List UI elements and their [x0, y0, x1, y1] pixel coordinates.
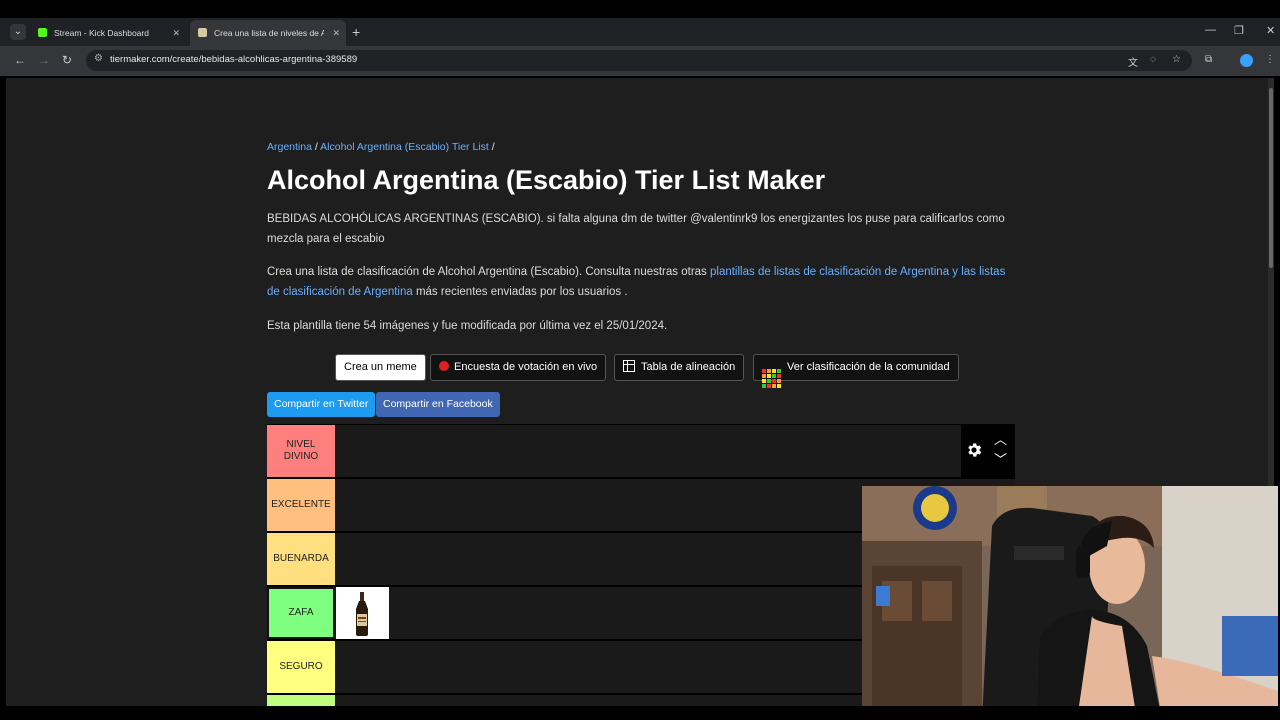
move-down-chevron-icon[interactable]: ﹀ [994, 453, 1007, 466]
close-icon[interactable]: ✕ [172, 22, 180, 44]
tier-label[interactable] [267, 695, 335, 706]
breadcrumb-link-argentina[interactable]: Argentina [267, 141, 312, 153]
share-twitter-label: Compartir en Twitter [274, 398, 369, 410]
tier-label[interactable]: EXCELENTE [267, 479, 335, 531]
extensions-icon[interactable]: ⧉ [1205, 54, 1212, 65]
create-meme-label: Crea un meme [344, 361, 417, 373]
heatmap-icon [762, 369, 781, 388]
breadcrumb-link-tierlist[interactable]: Alcohol Argentina (Escabio) Tier List [320, 141, 489, 153]
community-label: Ver clasificación de la comunidad [787, 361, 950, 373]
tab-title: Crea una lista de niveles de Alc [214, 28, 324, 38]
page-title: Alcohol Argentina (Escabio) Tier List Ma… [267, 165, 826, 195]
scrollbar-thumb[interactable] [1269, 88, 1273, 268]
breadcrumb-separator: / [488, 141, 495, 153]
create-meme-button[interactable]: Crea un meme [335, 354, 426, 381]
back-arrow-icon[interactable]: ← [14, 53, 26, 67]
record-dot-icon [439, 361, 449, 371]
screen-top-border [0, 0, 1280, 18]
template-meta: Esta plantilla tiene 54 imágenes y fue m… [267, 320, 668, 332]
tiermaker-icon [198, 28, 207, 37]
breadcrumb-separator: / [311, 141, 321, 153]
tier-row[interactable]: NIVEL DIVINO ︿ ﹀ [267, 424, 1015, 478]
restore-icon[interactable]: ❐ [1234, 24, 1244, 37]
bookmark-star-icon[interactable]: ☆ [1172, 54, 1181, 65]
tier-item-bottle[interactable] [336, 587, 389, 639]
kick-icon [38, 28, 47, 37]
translate-icon[interactable]: 文 [1128, 54, 1138, 69]
tier-label[interactable]: ZAFA [267, 587, 335, 639]
new-tab-plus-icon[interactable]: + [352, 24, 360, 40]
site-info-icon[interactable]: ⚙ [94, 53, 103, 64]
minimize-icon[interactable]: — [1205, 24, 1216, 36]
close-icon[interactable]: ✕ [332, 20, 340, 46]
window-close-icon[interactable]: ✕ [1266, 24, 1275, 37]
community-ranking-button[interactable]: Ver clasificación de la comunidad [753, 354, 959, 388]
tab-search-chevron-icon[interactable]: ⌄ [10, 24, 26, 40]
move-up-chevron-icon[interactable]: ︿ [994, 433, 1007, 446]
tab-tiermaker[interactable]: Crea una lista de niveles de Alc ✕ [190, 20, 346, 46]
share-facebook-button[interactable]: Compartir en Facebook [376, 392, 500, 417]
gear-icon[interactable] [965, 441, 983, 459]
tier-label[interactable]: BUENARDA [267, 533, 335, 585]
liquor-bottle-image [356, 592, 368, 636]
share-twitter-button[interactable]: Compartir en Twitter [267, 392, 376, 417]
reload-icon[interactable]: ↻ [62, 53, 72, 67]
screen-bottom-border [0, 706, 1280, 720]
breadcrumb: Argentina / Alcohol Argentina (Escabio) … [267, 141, 495, 153]
profile-avatar[interactable] [1240, 54, 1253, 67]
live-poll-button[interactable]: Encuesta de votación en vivo [430, 354, 607, 381]
eye-off-icon[interactable]: ◌ [1150, 54, 1156, 65]
live-poll-label: Encuesta de votación en vivo [454, 361, 598, 373]
alignment-label: Tabla de alineación [641, 361, 736, 373]
template-info-text: Crea una lista de clasificación de Alcoh… [267, 262, 1015, 302]
streamer-webcam-image [862, 486, 1278, 720]
tab-kick-dashboard[interactable]: Stream - Kick Dashboard ✕ [30, 22, 186, 44]
alignment-chart-button[interactable]: Tabla de alineación [614, 354, 745, 381]
info-suffix: más recientes enviadas por los usuarios … [412, 286, 628, 298]
template-description: BEBIDAS ALCOHÓLICAS ARGENTINAS (ESCABIO)… [267, 213, 1005, 245]
url-text: tiermaker.com/create/bebidas-alcohlicas-… [110, 54, 358, 65]
tier-label[interactable]: SEGURO [267, 641, 335, 693]
tier-label[interactable]: NIVEL DIVINO [267, 425, 335, 477]
menu-kebab-icon[interactable]: ⋮ [1265, 54, 1275, 65]
tab-title: Stream - Kick Dashboard [54, 28, 149, 38]
grid-icon [623, 360, 635, 372]
info-prefix: Crea una lista de clasificación de Alcoh… [267, 266, 710, 278]
forward-arrow-icon[interactable]: → [38, 53, 50, 67]
tier-controls: ︿ ﹀ [961, 425, 1015, 477]
share-facebook-label: Compartir en Facebook [383, 398, 493, 410]
url-omnibox[interactable]: ⚙ tiermaker.com/create/bebidas-alcohlica… [86, 50, 1192, 71]
webcam-overlay [862, 486, 1278, 720]
